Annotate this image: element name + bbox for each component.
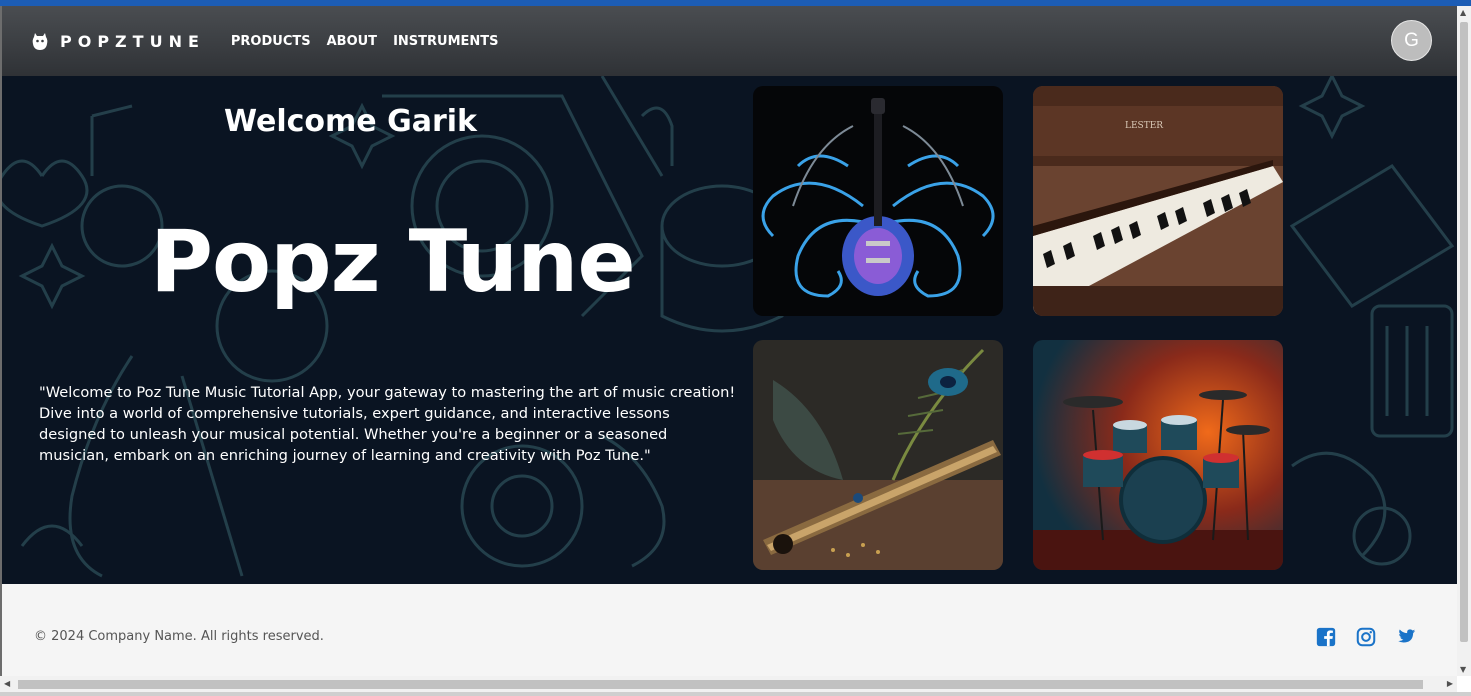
horizontal-scroll-thumb[interactable] <box>18 680 1423 689</box>
logo-icon <box>32 33 48 50</box>
facebook-icon[interactable] <box>1315 626 1337 648</box>
scroll-down-arrow-icon[interactable]: ▼ <box>1460 665 1466 674</box>
nav-links: PRODUCTS ABOUT INSTRUMENTS <box>231 34 515 49</box>
brand[interactable]: POPZTUNE <box>32 31 205 51</box>
piano-brand-label: LESTER <box>1125 121 1163 131</box>
hero-title: Popz Tune <box>150 212 636 312</box>
hero-section: Welcome Garik Popz Tune "Welcome to Poz … <box>0 76 1457 584</box>
user-avatar[interactable]: G <box>1391 20 1432 61</box>
brand-name: POPZTUNE <box>60 31 205 51</box>
copyright-text: © 2024 Company Name. All rights reserved… <box>34 629 324 644</box>
flute-image <box>753 340 1003 570</box>
social-links <box>1297 626 1417 648</box>
twitter-icon[interactable] <box>1395 626 1417 648</box>
drum-kit-image <box>1033 340 1283 570</box>
guitar-image <box>753 86 1003 316</box>
nav-link-products[interactable]: PRODUCTS <box>231 34 311 49</box>
nav-link-about[interactable]: ABOUT <box>327 34 377 49</box>
piano-image: LESTER <box>1033 86 1283 316</box>
vertical-scroll-thumb[interactable] <box>1460 22 1468 642</box>
instagram-icon[interactable] <box>1355 626 1377 648</box>
vertical-scrollbar[interactable]: ▲ ▼ <box>1457 6 1471 676</box>
welcome-heading: Welcome Garik <box>224 104 477 139</box>
scroll-up-arrow-icon[interactable]: ▲ <box>1460 8 1466 17</box>
nav-link-instruments[interactable]: INSTRUMENTS <box>393 34 498 49</box>
page: POPZTUNE PRODUCTS ABOUT INSTRUMENTS G We… <box>0 6 1457 676</box>
hero-description: "Welcome to Poz Tune Music Tutorial App,… <box>39 384 736 464</box>
navbar: POPZTUNE PRODUCTS ABOUT INSTRUMENTS G <box>0 6 1457 76</box>
horizontal-scrollbar[interactable]: ◀ ▶ <box>0 676 1457 692</box>
footer: © 2024 Company Name. All rights reserved… <box>0 584 1457 676</box>
browser-bottom-strip <box>0 692 1471 696</box>
scroll-right-arrow-icon[interactable]: ▶ <box>1447 679 1453 688</box>
scroll-left-arrow-icon[interactable]: ◀ <box>4 679 10 688</box>
